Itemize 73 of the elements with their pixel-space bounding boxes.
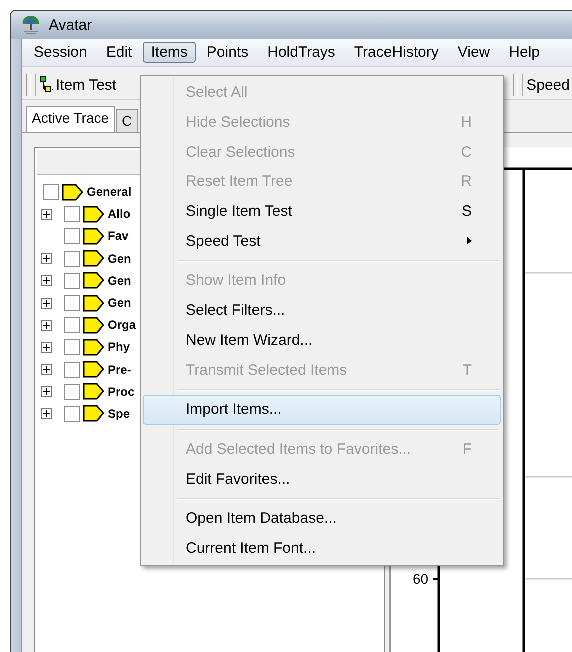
axis-label: 60 — [413, 571, 429, 587]
menu-bar-item[interactable]: Session — [26, 42, 96, 63]
expand-icon[interactable] — [41, 342, 52, 353]
tag-icon — [83, 316, 105, 334]
checkbox[interactable] — [64, 339, 80, 356]
shortcut-key: C — [461, 144, 472, 161]
tree-item-label[interactable]: Phy — [108, 340, 130, 354]
tree-item-label[interactable]: Proc — [108, 384, 135, 399]
tree-item-label[interactable]: Fav — [108, 229, 129, 244]
tree-icon — [21, 14, 41, 36]
item-test-button[interactable]: Item Test — [35, 74, 121, 96]
menu-bar-item[interactable]: Edit — [98, 42, 140, 63]
menu-bar-item[interactable]: View — [450, 42, 498, 63]
menu-bar-item[interactable]: HoldTrays — [260, 42, 344, 63]
menu-item[interactable]: Current Item Font... — [143, 534, 501, 564]
tree-item-label[interactable]: Allo — [108, 207, 131, 222]
tag-icon — [83, 228, 105, 245]
tree-item-label[interactable]: Gen — [108, 252, 132, 266]
tag-icon — [83, 272, 105, 290]
tree-item-label[interactable]: Gen — [108, 274, 132, 288]
expand-icon[interactable] — [41, 408, 52, 420]
checkbox[interactable] — [64, 206, 80, 222]
checkbox[interactable] — [64, 362, 80, 378]
shortcut-key: T — [462, 362, 472, 379]
menu-item[interactable]: Edit Favorites... — [143, 464, 501, 494]
tag-icon — [83, 383, 105, 400]
expand-icon[interactable] — [41, 364, 52, 376]
menu-item[interactable]: New Item Wizard... — [143, 326, 501, 356]
shortcut-key: H — [461, 114, 472, 132]
checkbox[interactable] — [64, 295, 80, 312]
checkbox[interactable] — [64, 384, 80, 400]
shortcut-key: S — [462, 203, 472, 220]
tree-item-label[interactable]: General — [87, 185, 132, 200]
expand-icon[interactable] — [41, 320, 52, 331]
checkbox[interactable] — [64, 317, 80, 334]
node-diagram-icon — [40, 76, 54, 94]
submenu-arrow-icon — [467, 237, 472, 246]
menu-bar-item[interactable]: Help — [501, 42, 548, 63]
expand-icon[interactable] — [41, 298, 52, 309]
tree-item-label[interactable]: Spe — [108, 406, 130, 421]
menu-item[interactable]: Import Items... — [143, 394, 501, 425]
tree-item-label[interactable]: Pre- — [108, 362, 132, 377]
checkbox[interactable] — [64, 250, 80, 267]
menu-item[interactable]: Single Item Test S — [143, 196, 501, 226]
tab[interactable]: C — [116, 109, 138, 132]
checkbox[interactable] — [43, 184, 59, 200]
shortcut-key: R — [461, 173, 472, 190]
menu-item[interactable]: Speed Test — [143, 226, 501, 256]
expand-icon[interactable] — [41, 275, 52, 286]
checkbox[interactable] — [64, 228, 80, 244]
menu-bar-item[interactable]: TraceHistory — [346, 42, 447, 63]
tag-icon — [83, 361, 105, 378]
tag-icon — [83, 405, 105, 422]
expand-icon[interactable] — [41, 253, 52, 264]
expand-icon[interactable] — [41, 208, 52, 220]
tree-item-label[interactable]: Gen — [108, 296, 132, 310]
checkbox[interactable] — [64, 272, 80, 289]
menu-item[interactable]: Open Item Database... — [143, 504, 501, 534]
tab[interactable]: Active Trace — [26, 106, 116, 132]
menu-item[interactable]: Select Filters... — [143, 296, 501, 326]
checkbox[interactable] — [64, 406, 80, 422]
tag-icon — [83, 206, 105, 223]
window-title: Avatar — [49, 16, 92, 34]
menu-bar-item[interactable]: Points — [198, 42, 257, 63]
menu-bar-item[interactable]: Items — [143, 42, 196, 63]
tag-icon — [83, 338, 105, 356]
speed-button[interactable]: Speed — [522, 74, 572, 96]
tag-icon — [83, 250, 105, 268]
shortcut-key: F — [462, 440, 472, 458]
tag-icon — [62, 184, 84, 201]
expand-icon[interactable] — [41, 386, 52, 398]
tag-icon — [83, 294, 105, 312]
tree-item-label[interactable]: Orga — [108, 318, 136, 332]
